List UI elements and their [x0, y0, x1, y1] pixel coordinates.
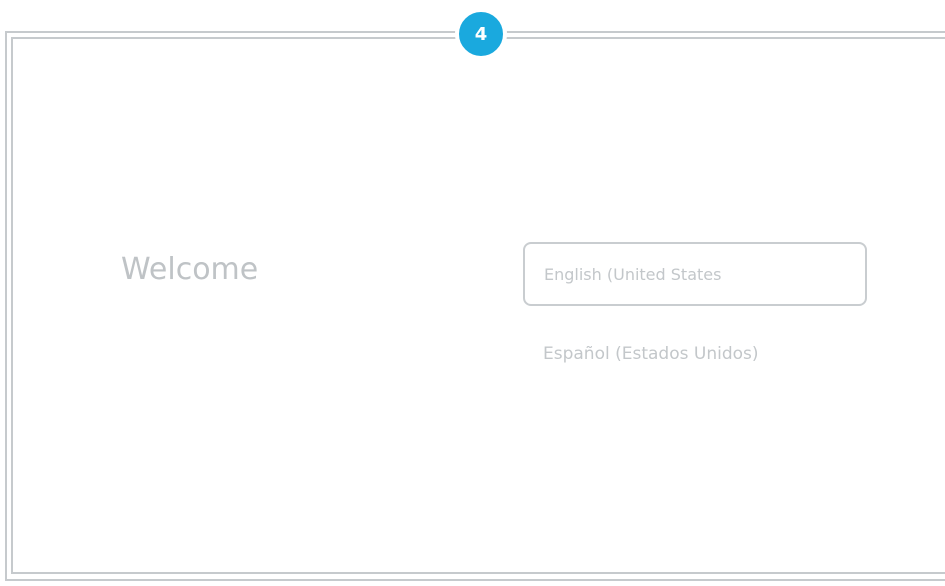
language-option-label: English (United States: [544, 264, 722, 284]
welcome-heading: Welcome: [121, 252, 259, 287]
step-number: 4: [474, 23, 488, 45]
language-option-label: Español (Estados Unidos): [543, 344, 759, 364]
setup-screen: 4 Welcome English (United States Español…: [0, 0, 945, 586]
language-option-english[interactable]: English (United States: [523, 242, 867, 306]
step-number-badge: 4: [455, 8, 507, 60]
language-option-spanish[interactable]: Español (Estados Unidos): [543, 344, 759, 364]
